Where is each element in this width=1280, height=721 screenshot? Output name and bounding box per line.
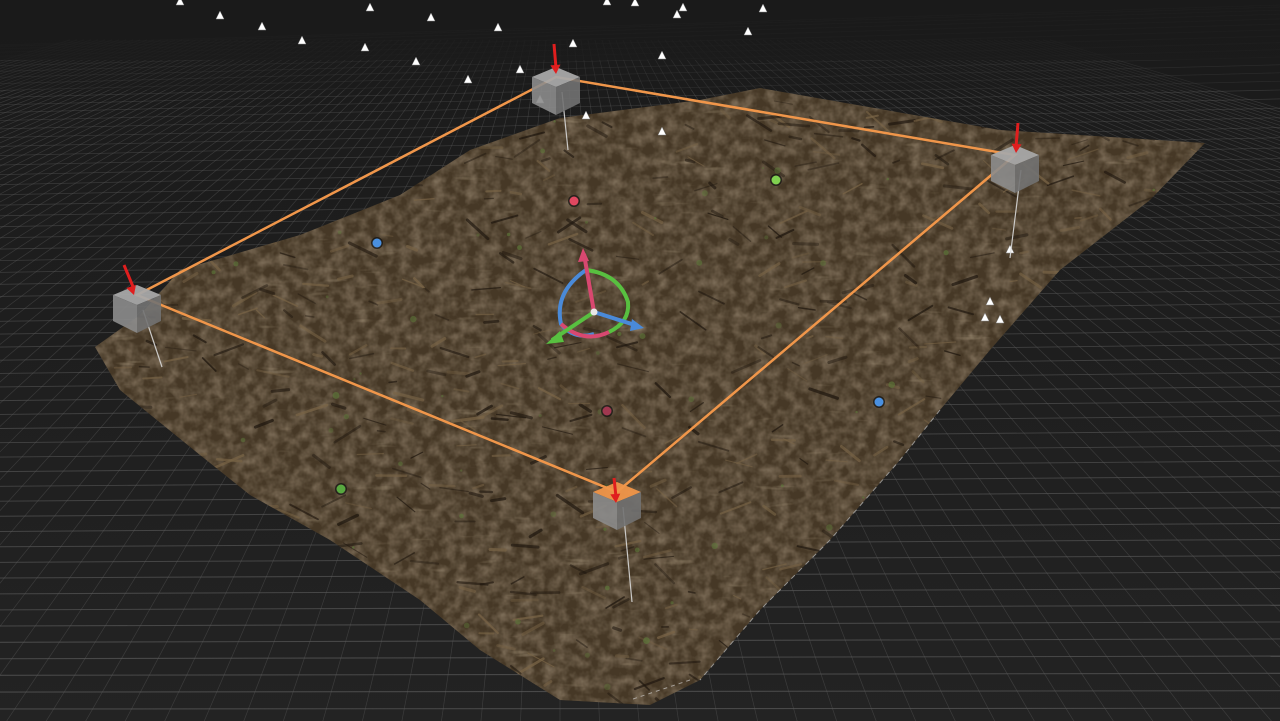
ground-control-marker[interactable] <box>873 396 885 408</box>
ground-control-marker[interactable] <box>568 195 580 207</box>
scene-canvas[interactable] <box>0 0 1280 721</box>
gizmo-center[interactable] <box>590 308 598 316</box>
3d-viewport[interactable] <box>0 0 1280 721</box>
ground-control-marker[interactable] <box>601 405 613 417</box>
ground-control-marker[interactable] <box>371 237 383 249</box>
ground-control-marker[interactable] <box>770 174 782 186</box>
ground-control-marker[interactable] <box>335 483 347 495</box>
